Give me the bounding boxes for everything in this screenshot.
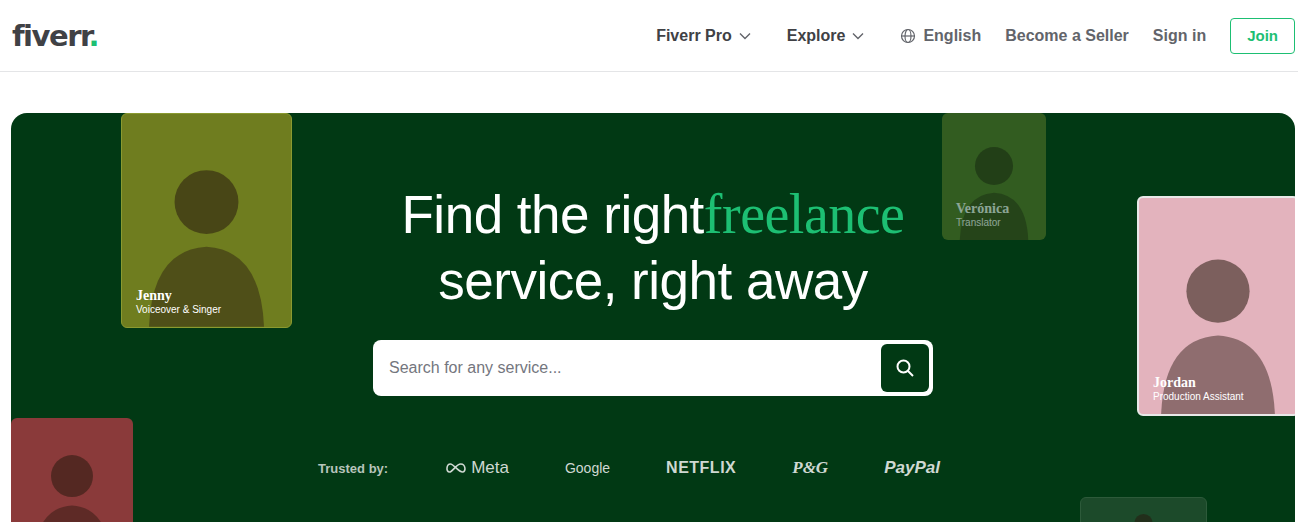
page: fiverr. Fiverr Pro Explore English Become a … <box>0 0 1298 522</box>
freelancer-caption: VerónicaTranslator <box>956 201 1040 228</box>
freelancer-card <box>11 418 133 522</box>
hero-content: Find the rightfreelanceservice, right aw… <box>11 113 1295 478</box>
search-bar <box>373 340 933 396</box>
trusted-by: Trusted by:MetaGoogleNETFLIXP&GPayPal <box>318 458 940 478</box>
chevron-down-icon <box>852 32 864 40</box>
nav-item[interactable]: Sign in <box>1153 27 1206 45</box>
freelancer-card: VerónicaTranslator <box>942 113 1046 240</box>
nav-item[interactable]: Become a Seller <box>1005 27 1129 45</box>
freelancer-card: JennyVoiceover & Singer <box>121 113 292 328</box>
globe-icon <box>900 28 916 44</box>
nav-item[interactable]: Fiverr Pro <box>656 27 751 45</box>
search-button[interactable] <box>881 344 929 392</box>
chevron-down-icon <box>739 32 751 40</box>
search-input[interactable] <box>377 345 881 391</box>
brand-logo: PayPal <box>884 458 940 478</box>
freelancer-card <box>1080 497 1207 522</box>
hero-banner: JennyVoiceover & Singer VerónicaTranslato… <box>11 113 1295 522</box>
nav-item[interactable]: English <box>900 27 981 45</box>
freelancer-card: JordanProduction Assistant <box>1137 196 1295 416</box>
join-button[interactable]: Join <box>1230 18 1295 54</box>
freelancer-caption: JordanProduction Assistant <box>1153 375 1291 402</box>
search-icon <box>895 358 915 378</box>
person-photo-icon <box>1081 504 1206 522</box>
nav-item[interactable]: Explore <box>787 27 865 45</box>
brand-logo: Google <box>565 460 610 476</box>
meta-infinity-icon <box>444 461 468 475</box>
brand-logo: Meta <box>444 458 509 478</box>
brand-logo: NETFLIX <box>666 459 736 477</box>
brand-logo: P&G <box>792 458 828 478</box>
header: fiverr. Fiverr Pro Explore English Become a … <box>0 0 1298 72</box>
main-nav: Fiverr Pro Explore English Become a Seller S… <box>656 18 1295 54</box>
person-photo-icon <box>11 432 133 522</box>
fiverr-logo[interactable]: fiverr. <box>12 19 98 53</box>
hero-title: Find the rightfreelanceservice, right aw… <box>402 181 905 314</box>
freelancer-caption: JennyVoiceover & Singer <box>136 288 285 315</box>
